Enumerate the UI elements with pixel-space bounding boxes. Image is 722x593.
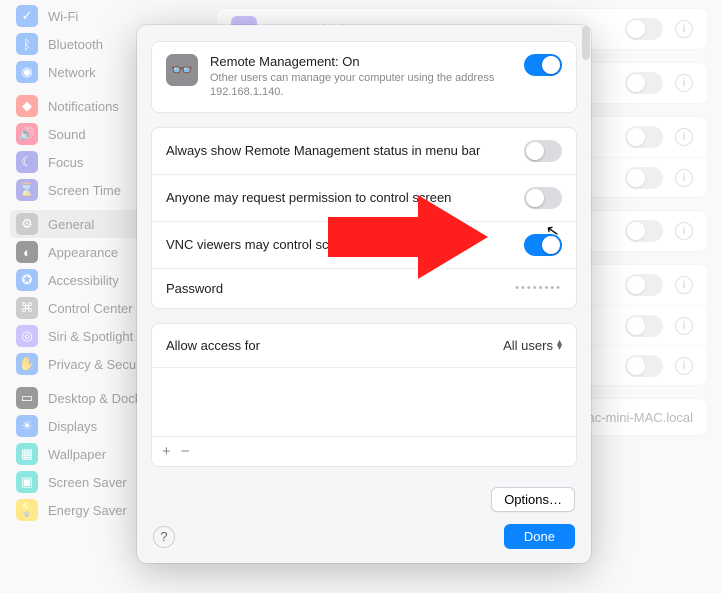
chevron-updown-icon: ▴▾ [557, 340, 562, 350]
remote-management-subtitle: Other users can manage your computer usi… [210, 71, 512, 100]
done-button[interactable]: Done [504, 524, 575, 549]
remove-user-button[interactable]: − [181, 443, 190, 460]
remote-management-modal: 👓 Remote Management: On Other users can … [137, 25, 591, 563]
remote-management-title: Remote Management: On [210, 54, 512, 69]
row-request-permission: Anyone may request permission to control… [152, 174, 576, 221]
row-password: Password •••••••• [152, 268, 576, 308]
modal-scrollbar[interactable] [582, 26, 590, 60]
row-statusbar: Always show Remote Management status in … [152, 128, 576, 174]
remote-management-toggle[interactable] [524, 54, 562, 76]
access-user-list [152, 367, 576, 437]
help-button[interactable]: ? [153, 526, 175, 548]
request-permission-toggle[interactable] [524, 187, 562, 209]
vnc-toggle[interactable] [524, 234, 562, 256]
statusbar-toggle[interactable] [524, 140, 562, 162]
password-field[interactable]: •••••••• [515, 282, 562, 294]
options-button[interactable]: Options… [491, 487, 575, 512]
access-card: Allow access for All users ▴▾ + − [151, 323, 577, 467]
row-vnc: VNC viewers may control screen with pass… [152, 221, 576, 268]
add-user-button[interactable]: + [162, 443, 171, 460]
binoculars-icon: 👓 [166, 54, 198, 86]
access-selector[interactable]: All users ▴▾ [503, 338, 562, 353]
remote-management-header: 👓 Remote Management: On Other users can … [152, 42, 576, 112]
